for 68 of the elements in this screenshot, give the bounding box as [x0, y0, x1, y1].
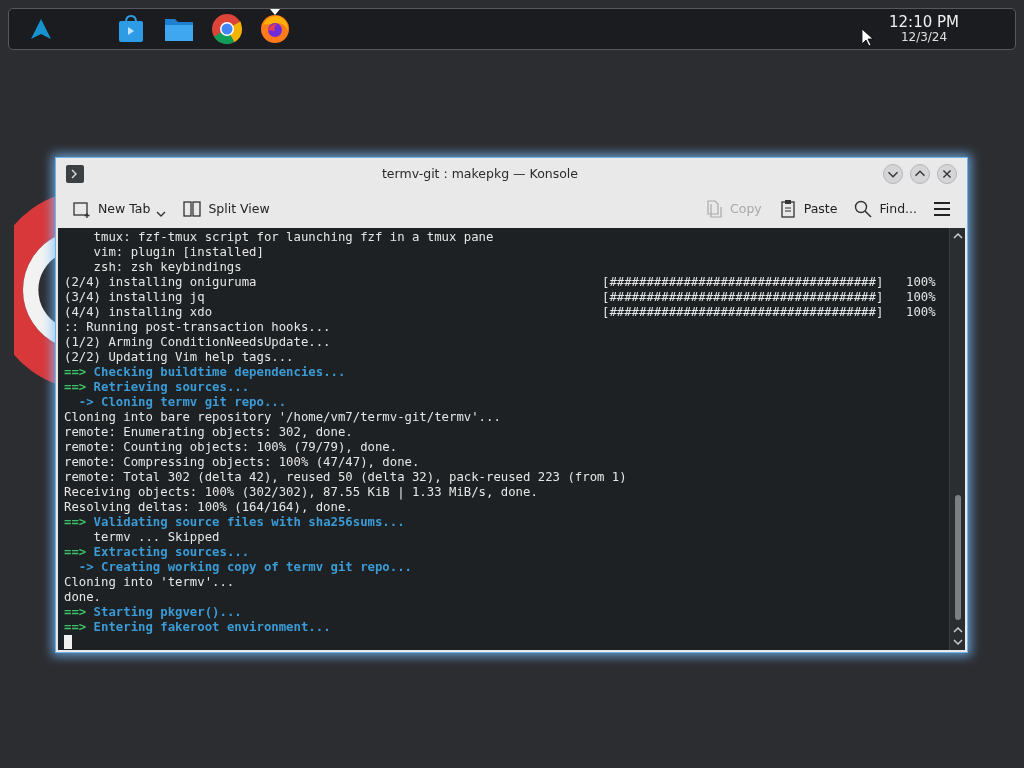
- build-step-text: Starting pkgver()...: [92, 605, 242, 619]
- newtab-button[interactable]: New Tab: [66, 195, 173, 223]
- terminal-line: remote: Counting objects: 100% (79/79), done.: [64, 440, 398, 454]
- paste-button[interactable]: Paste: [771, 195, 844, 223]
- new-tab-icon: [72, 199, 92, 219]
- terminal-line: (2/2) Updating Vim help tags...: [64, 350, 294, 364]
- build-step-text: Extracting sources...: [92, 545, 250, 559]
- terminal-line: vim: plugin [installed]: [92, 245, 264, 259]
- progress-bar-text: [####################################]: [602, 290, 884, 305]
- prompt-arrow: ==>: [64, 545, 87, 559]
- window-title: termv-git : makepkg — Konsole: [380, 164, 580, 183]
- terminal-line: termv ... Skipped: [92, 530, 220, 544]
- terminal-line: tmux: fzf-tmux script for launching fzf in a tmux pane: [92, 230, 494, 244]
- terminal-app-icon: [66, 165, 84, 183]
- clock-date: 12/3/24: [900, 30, 948, 44]
- prompt-arrow: ->: [77, 560, 94, 574]
- terminal-line: zsh: zsh keybindings: [92, 260, 242, 274]
- prompt-arrow: ->: [77, 395, 94, 409]
- browser-icon: [211, 13, 243, 45]
- terminal-line: (4/4) installing xdo: [64, 305, 213, 319]
- maximize-button[interactable]: [910, 164, 930, 184]
- percent-text: 100%: [906, 290, 936, 305]
- scrollbar[interactable]: [949, 228, 965, 650]
- scroll-up-icon[interactable]: [952, 626, 963, 634]
- terminal-line: done.: [64, 590, 102, 604]
- text-cursor: [64, 635, 72, 649]
- close-button[interactable]: [937, 164, 957, 184]
- terminal-line: (1/2) Arming ConditionNeedsUpdate...: [64, 335, 331, 349]
- percent-text: 100%: [906, 275, 936, 290]
- scroll-down-icon[interactable]: [952, 638, 963, 646]
- terminal-line: remote: Enumerating objects: 302, done.: [64, 425, 353, 439]
- progress-bar-text: [####################################]: [602, 275, 884, 290]
- copy-icon: [704, 199, 724, 219]
- mouse-pointer-icon: [862, 28, 873, 46]
- terminal-line: (3/4) installing jq: [64, 290, 205, 304]
- prompt-arrow: ==>: [64, 620, 87, 634]
- terminal-line: remote: Total 302 (delta 42), reused 50 (delta 32), pack-reused 223 (from 1): [64, 470, 627, 484]
- build-step-text: Validating source files with sha256sums...: [92, 515, 405, 529]
- split-view-icon: [182, 199, 203, 219]
- minimize-button[interactable]: [883, 164, 903, 184]
- build-step-text: Cloning termv git repo...: [100, 395, 287, 409]
- folder-icon: [164, 16, 194, 42]
- terminal-line: Cloning into 'termv'...: [64, 575, 235, 589]
- progress-bar-text: [####################################]: [602, 305, 884, 320]
- search-icon: [853, 199, 874, 219]
- terminal-line: Receiving objects: 100% (302/302), 87.55 KiB | 1.33 MiB/s, done.: [64, 485, 538, 499]
- terminal-line: :: Running post-transaction hooks...: [64, 320, 331, 334]
- terminal-line: (2/4) installing oniguruma: [64, 275, 257, 289]
- prompt-arrow: ==>: [64, 365, 87, 379]
- percent-text: 100%: [906, 305, 936, 320]
- fox-browser-icon: [259, 13, 291, 45]
- clock-time: 12:10 PM: [889, 14, 959, 31]
- build-step-text: Entering fakeroot environment...: [92, 620, 331, 634]
- build-step-text: Retrieving sources...: [92, 380, 250, 394]
- prompt-arrow: ==>: [64, 605, 87, 619]
- scroll-up-icon[interactable]: [952, 232, 963, 240]
- prompt-arrow: ==>: [64, 515, 87, 529]
- store-bag-icon: [118, 15, 144, 43]
- prompt-arrow: ==>: [64, 380, 87, 394]
- terminal-line: remote: Compressing objects: 100% (47/47), done.: [64, 455, 420, 469]
- build-step-text: Checking buildtime dependencies...: [92, 365, 346, 379]
- terminal-line: Resolving deltas: 100% (164/164), done.: [64, 500, 353, 514]
- split-button[interactable]: Split View: [176, 195, 276, 223]
- build-step-text: Creating working copy of termv git repo...: [100, 560, 412, 574]
- menu-icon: [933, 201, 951, 217]
- find-button[interactable]: Find...: [847, 195, 923, 223]
- terminal-line: Cloning into bare repository '/home/vm7/termv-git/termv'...: [64, 410, 501, 424]
- launcher-logo-icon: [30, 18, 52, 40]
